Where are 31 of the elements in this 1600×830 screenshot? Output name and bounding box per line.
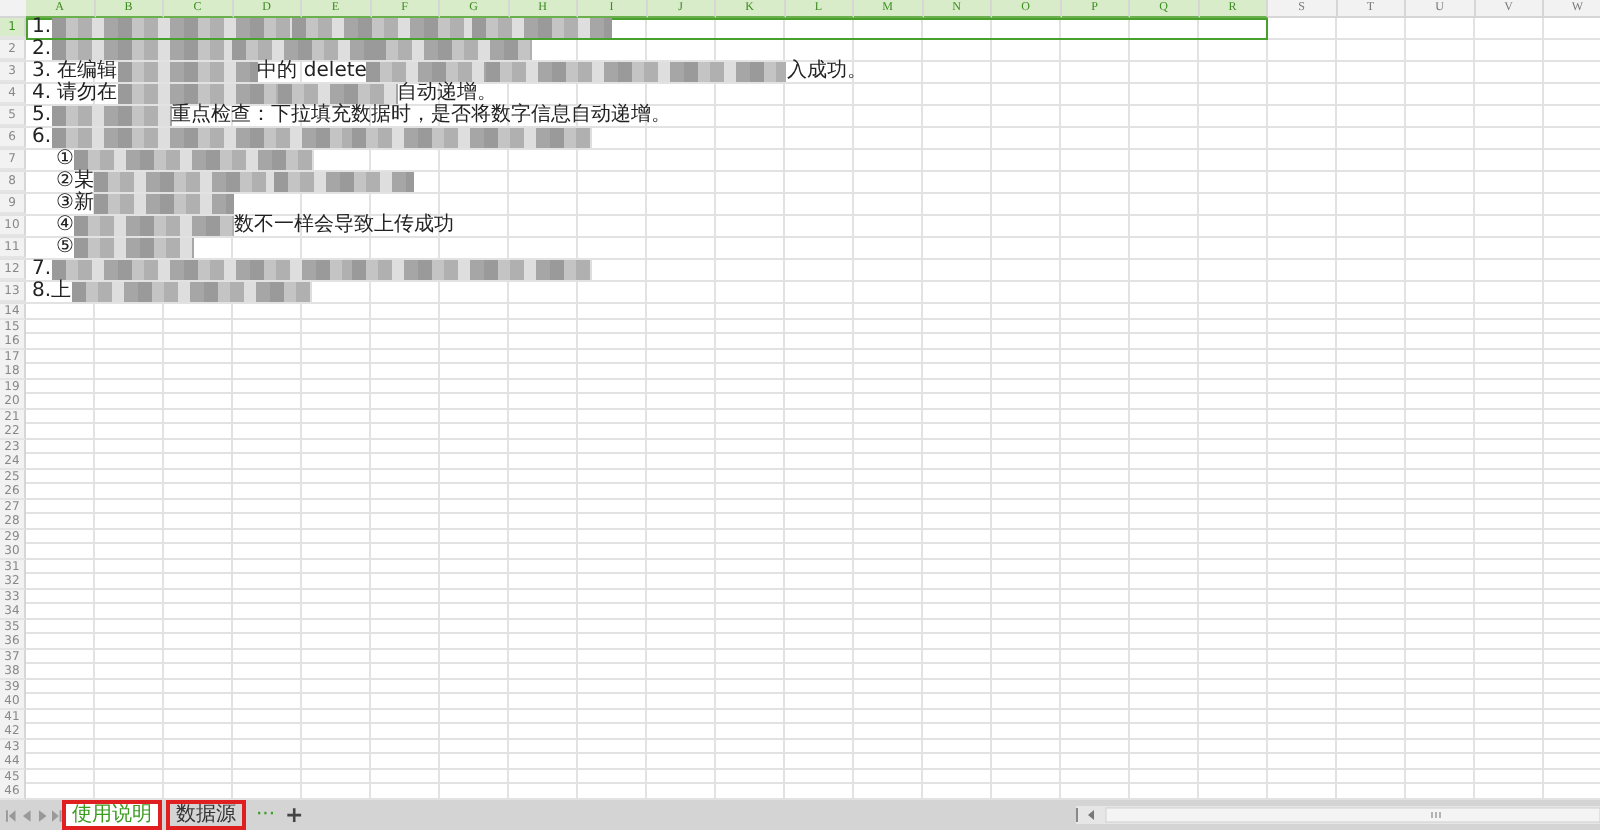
cell-text: ②某 [56, 172, 94, 192]
more-sheets-button[interactable]: ··· [250, 800, 282, 830]
cell-text: 3. 在编辑 [32, 62, 118, 82]
previous-sheet-icon[interactable] [21, 809, 31, 821]
horizontal-scrollbar[interactable] [1076, 806, 1600, 824]
next-sheet-icon[interactable] [37, 809, 47, 821]
cell-text: 6. [32, 128, 52, 148]
cell-text: 5. [32, 106, 52, 126]
cell-text: 8.上 [32, 282, 72, 302]
add-sheet-button[interactable]: + [281, 800, 308, 830]
cell-text: ③新 [56, 194, 94, 214]
sheet-tab[interactable]: 使用说明 [62, 800, 162, 830]
cell-text: 中的 delete [257, 62, 367, 82]
cell-text: 4. 请勿在 [32, 84, 118, 104]
sheet-tab[interactable]: 数据源 [166, 800, 246, 830]
cell-text: 7. [32, 260, 52, 280]
redaction-block [471, 18, 612, 38]
cell-text: 数不一样会导致上传成功 [233, 216, 454, 236]
cell-text: 1. [32, 18, 52, 38]
cell-text: 重点检查：下拉填充数据时，是否将数字信息自动递增。 [171, 106, 672, 126]
cell-text: 2. [32, 40, 52, 60]
cell-text: ① [56, 150, 74, 170]
cell-text: ④ [56, 216, 74, 236]
redaction-block [117, 62, 258, 82]
first-sheet-icon[interactable] [6, 809, 16, 821]
cell-text: 自动递增。 [397, 84, 498, 104]
cell-text: 入成功。 [786, 62, 867, 82]
redaction-block [277, 84, 398, 104]
cell-text: ⑤ [56, 238, 74, 258]
redaction-block [93, 194, 234, 214]
last-sheet-icon[interactable] [52, 809, 62, 821]
